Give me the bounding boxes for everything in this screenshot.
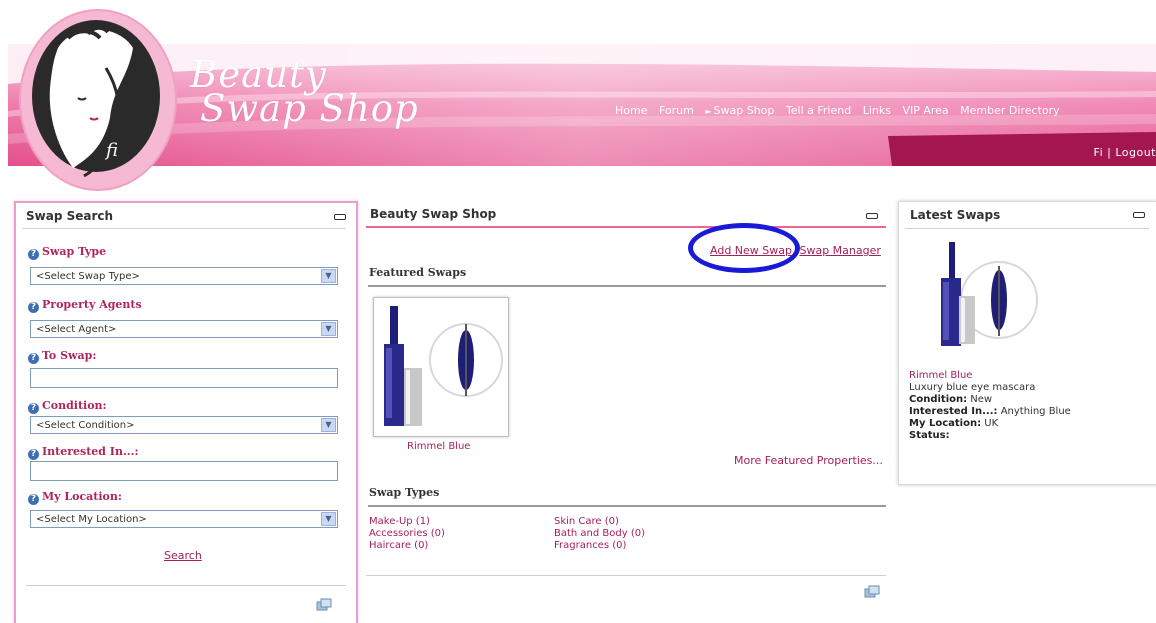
swap-type-skin-care[interactable]: Skin Care (0) (554, 516, 619, 527)
swap-icon[interactable] (864, 585, 880, 599)
pink-divider (366, 226, 886, 228)
search-button[interactable]: Search (164, 549, 202, 562)
latest-item-interested: Interested In...: Anything Blue (909, 406, 1071, 417)
nav-member-directory[interactable]: Member Directory (960, 104, 1059, 117)
divider (368, 285, 886, 287)
divider (366, 575, 886, 576)
interested-input[interactable] (30, 461, 338, 481)
swap-shop-panel: Beauty Swap Shop Add New Swap Swap Manag… (364, 201, 892, 621)
nav-tell-a-friend[interactable]: Tell a Friend (786, 104, 851, 117)
swap-type-accessories[interactable]: Accessories (0) (369, 528, 445, 539)
swap-type-label: ? Swap Type (28, 245, 106, 260)
agents-label: ? Property Agents (28, 298, 142, 313)
help-icon[interactable]: ? (28, 494, 39, 505)
user-logout-link[interactable]: Fi | Logout (1094, 146, 1156, 159)
brand-line-2: Swap Shop (200, 87, 419, 130)
help-icon[interactable]: ? (28, 353, 39, 364)
latest-swaps-title: Latest Swaps (910, 208, 1001, 222)
divider (368, 505, 886, 507)
nav-home[interactable]: Home (615, 104, 647, 117)
latest-item-description: Luxury blue eye mascara (909, 382, 1036, 393)
logo-signature: fi (104, 140, 118, 161)
swap-shop-title: Beauty Swap Shop (370, 207, 497, 221)
swap-type-haircare[interactable]: Haircare (0) (369, 540, 428, 551)
to-swap-input[interactable] (30, 368, 338, 388)
agent-select[interactable]: <Select Agent> ▼ (30, 320, 338, 338)
help-icon[interactable]: ? (28, 403, 39, 414)
condition-label: ? Condition: (28, 399, 107, 414)
help-icon[interactable]: ? (28, 302, 39, 313)
swap-manager-link[interactable]: Swap Manager (799, 244, 880, 257)
swap-types-heading: Swap Types (369, 486, 440, 499)
chevron-down-icon[interactable]: ▼ (321, 418, 336, 432)
nav-forum[interactable]: Forum (659, 104, 694, 117)
divider (905, 228, 1149, 229)
location-select[interactable]: <Select My Location> ▼ (30, 510, 338, 528)
swap-type-fragrances[interactable]: Fragrances (0) (554, 540, 626, 551)
swap-type-makeup[interactable]: Make-Up (1) (369, 516, 430, 527)
featured-item-thumbnail[interactable] (373, 297, 509, 437)
interested-label: ? Interested In...: (28, 445, 139, 460)
latest-item-image[interactable] (901, 240, 1045, 364)
featured-swaps-heading: Featured Swaps (369, 266, 467, 279)
latest-item-status: Status: (909, 430, 950, 441)
to-swap-label: ? To Swap: (28, 349, 96, 364)
swap-search-title: Swap Search (26, 209, 114, 223)
latest-item-location: My Location: UK (909, 418, 999, 429)
logo[interactable]: fi (18, 8, 178, 193)
main-nav: Home Forum ► Swap Shop Tell a Friend Link… (615, 104, 1068, 117)
divider (22, 228, 346, 229)
swap-icon[interactable] (316, 598, 332, 612)
more-featured-link[interactable]: More Featured Properties... (734, 454, 883, 467)
latest-swaps-panel: Latest Swaps Rimmel Blue Luxury blue eye… (898, 201, 1156, 485)
chevron-down-icon[interactable]: ▼ (321, 322, 336, 336)
minimize-icon[interactable] (1133, 212, 1145, 218)
location-label: ? My Location: (28, 490, 122, 505)
divider (26, 585, 346, 586)
swap-type-select[interactable]: <Select Swap Type> ▼ (30, 267, 338, 285)
latest-item-condition: Condition: New (909, 394, 993, 405)
minimize-icon[interactable] (334, 214, 346, 220)
nav-links[interactable]: Links (863, 104, 891, 117)
help-icon[interactable]: ? (28, 449, 39, 460)
help-icon[interactable]: ? (28, 249, 39, 260)
nav-arrow-icon: ► (705, 107, 712, 116)
latest-item-name[interactable]: Rimmel Blue (909, 370, 972, 382)
highlight-annotation (688, 223, 800, 273)
condition-select[interactable]: <Select Condition> ▼ (30, 416, 338, 434)
chevron-down-icon[interactable]: ▼ (321, 269, 336, 283)
minimize-icon[interactable] (866, 213, 878, 219)
swap-type-bath-body[interactable]: Bath and Body (0) (554, 528, 645, 539)
nav-swap-shop[interactable]: Swap Shop (714, 104, 775, 117)
mascara-image (384, 306, 503, 426)
swap-search-panel: Swap Search ? Swap Type <Select Swap Type… (14, 201, 358, 623)
logo-graphic: fi (19, 9, 177, 191)
chevron-down-icon[interactable]: ▼ (321, 512, 336, 526)
nav-vip-area[interactable]: VIP Area (902, 104, 948, 117)
brand-title[interactable]: Beauty Swap Shop (190, 56, 419, 130)
featured-item-name[interactable]: Rimmel Blue (407, 441, 470, 452)
